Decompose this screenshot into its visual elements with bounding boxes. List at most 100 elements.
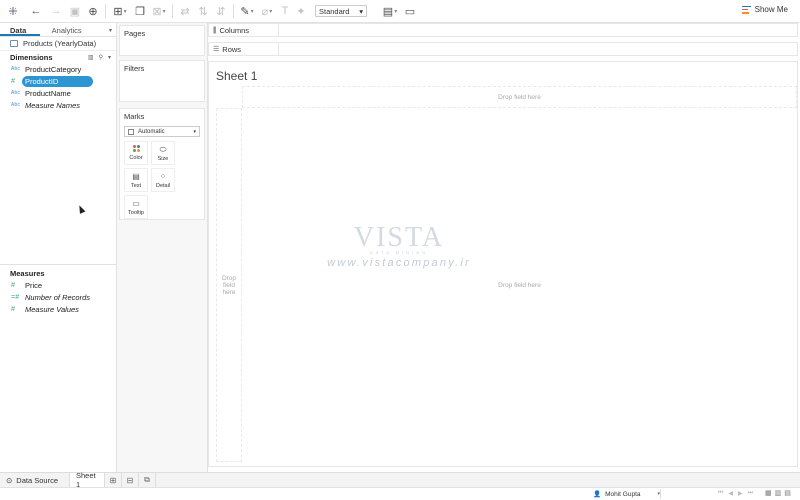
string-type-icon: Abc	[11, 90, 21, 96]
fix-axes-icon[interactable]: ✦	[293, 0, 309, 23]
first-sheet-icon[interactable]: ⏮	[718, 490, 723, 497]
field-label: Number of Records	[25, 292, 91, 302]
status-bar: 👤 Mohit Gupta ▾ ⏮ ◀ ▶ ⏭ ▦ ▥ ▤	[0, 487, 800, 500]
mark-type-value: Automatic	[138, 128, 165, 135]
pane-tabs: Data Analytics ▾	[0, 23, 116, 37]
fit-select-value: Standard	[319, 6, 350, 16]
user-menu[interactable]: 👤 Mohit Gupta ▾	[593, 489, 661, 499]
new-datasource-icon[interactable]: ⊕	[84, 0, 102, 23]
highlight-icon[interactable]: ✎ ▾	[237, 0, 257, 23]
drop-zone-rows-label: Drop field here	[221, 274, 237, 296]
tab-analytics[interactable]: Analytics	[40, 23, 109, 36]
pages-title: Pages	[124, 29, 146, 38]
size-button[interactable]: ⬭ Size	[151, 141, 175, 165]
duplicate-sheet-icon[interactable]: ❐	[131, 0, 149, 23]
group-icon[interactable]: ⌀ ▾	[257, 0, 277, 23]
columns-label: Columns	[219, 25, 250, 35]
field-measure-values[interactable]: # Measure Values	[0, 303, 116, 315]
chevron-down-icon[interactable]: ▾	[108, 54, 111, 61]
toolbar: ← → ▣ ⊕ ⊞ ▾ ❐ ⊠ ▾ ⇄ ⇅ ⇵ ✎ ▾ ⌀ ▾ T ✦ Standard…	[0, 0, 800, 23]
sort-ascending-icon[interactable]: ⇅	[194, 0, 212, 23]
drop-zone-columns[interactable]: Drop field here	[242, 86, 797, 108]
rows-shelf[interactable]: ☰ Rows	[208, 42, 798, 56]
swap-rows-columns-icon[interactable]: ⇄	[176, 0, 194, 23]
datasource-label: Products (YearlyData)	[23, 39, 97, 48]
sheet-title[interactable]: Sheet 1	[216, 69, 257, 83]
new-story-icon[interactable]: ⧉	[139, 472, 156, 488]
filters-card[interactable]: Filters	[119, 60, 205, 102]
save-icon[interactable]: ▣	[66, 0, 84, 23]
sheet-navigation: ⏮ ◀ ▶ ⏭	[718, 490, 753, 497]
drop-zone-rows[interactable]: Drop field here	[216, 108, 242, 462]
search-icon[interactable]: ⚲	[99, 54, 103, 61]
presentation-mode-icon[interactable]: ▭	[401, 0, 419, 23]
show-cards-icon[interactable]: ▤ ▾	[379, 0, 401, 23]
prev-sheet-icon[interactable]: ◀	[728, 490, 733, 497]
redo-icon[interactable]: →	[46, 0, 66, 23]
sorter-icon[interactable]: ▤	[784, 489, 791, 497]
columns-shelf[interactable]: ||| Columns	[208, 23, 798, 37]
tableau-logo-icon[interactable]	[0, 0, 26, 23]
sort-descending-icon[interactable]: ⇵	[212, 0, 230, 23]
drop-zone-main[interactable]: Drop field here	[242, 108, 797, 462]
cards-pane: Pages Filters Marks Automatic ▾ Color ⬭ …	[117, 23, 208, 472]
data-source-label: Data Source	[16, 475, 58, 485]
new-worksheet-icon[interactable]: ⊞ ▾	[109, 0, 131, 23]
sheet-tabs: ⊙ Data Source Sheet 1 ⊞ ⊟ ⧉	[0, 471, 800, 489]
automatic-mark-icon	[128, 128, 134, 135]
field-price[interactable]: # Price	[0, 279, 116, 291]
pages-card[interactable]: Pages	[119, 25, 205, 56]
last-sheet-icon[interactable]: ⏭	[748, 490, 753, 497]
fit-select[interactable]: Standard ▾	[315, 5, 367, 17]
user-name: Mohit Gupta	[605, 490, 641, 498]
marks-title: Marks	[124, 112, 145, 121]
field-label: Measure Values	[25, 304, 79, 314]
field-productid[interactable]: # ProductID	[0, 75, 116, 87]
tooltip-icon: ▭	[132, 198, 140, 208]
data-source-tab[interactable]: ⊙ Data Source	[0, 472, 70, 488]
tooltip-button[interactable]: ▭ Tooltip	[124, 195, 148, 219]
view-data-icon[interactable]: ▥	[88, 54, 94, 61]
watermark-subtitle: DATA MINING	[369, 250, 429, 255]
show-me-label: Show Me	[754, 5, 788, 14]
datasource-item[interactable]: Products (YearlyData)	[0, 37, 116, 51]
size-label: Size	[157, 155, 169, 162]
text-button[interactable]: ▤ Text	[124, 168, 148, 192]
field-productname[interactable]: Abc ProductName	[0, 87, 116, 99]
color-button[interactable]: Color	[124, 141, 148, 165]
dimensions-header: Dimensions ▥ ⚲ ▾	[0, 51, 116, 63]
number-type-icon: #	[11, 281, 16, 289]
new-worksheet-icon[interactable]: ⊞	[105, 472, 122, 488]
watermark: VISTA DATA MINING www.vistacompany.ir	[319, 222, 479, 269]
field-label: ProductCategory	[25, 64, 82, 74]
color-icon	[132, 145, 140, 152]
rows-icon: ☰	[213, 46, 219, 53]
tab-data[interactable]: Data	[0, 23, 40, 36]
marks-card: Marks Automatic ▾ Color ⬭ Size ▤ Text ⁘ …	[119, 108, 205, 220]
field-measure-names[interactable]: Abc Measure Names	[0, 99, 116, 111]
labels-icon[interactable]: T	[277, 0, 293, 23]
field-number-of-records[interactable]: =# Number of Records	[0, 291, 116, 303]
mark-type-select[interactable]: Automatic ▾	[124, 126, 200, 137]
sheet-tab[interactable]: Sheet 1	[70, 471, 105, 489]
data-pane: Data Analytics ▾ Products (YearlyData) D…	[0, 23, 117, 472]
new-dashboard-icon[interactable]: ⊟	[122, 472, 139, 488]
text-label: Text	[130, 182, 142, 189]
measures-section: Measures # Price =# Number of Records # …	[0, 264, 116, 315]
tabs-view-icon[interactable]: ▦	[765, 489, 772, 497]
field-productcategory[interactable]: Abc ProductCategory	[0, 63, 116, 75]
show-me-icon	[741, 5, 751, 14]
undo-icon[interactable]: ←	[26, 0, 46, 23]
next-sheet-icon[interactable]: ▶	[738, 490, 743, 497]
clear-sheet-icon[interactable]: ⊠ ▾	[149, 0, 169, 23]
tooltip-label: Tooltip	[128, 209, 144, 216]
columns-icon: |||	[213, 26, 217, 34]
rows-label: Rows	[222, 44, 242, 54]
field-label: Measure Names	[25, 100, 81, 110]
show-me-button[interactable]: Show Me	[741, 5, 788, 14]
detail-button[interactable]: ⁘ Detail	[151, 168, 175, 192]
chevron-down-icon: ▾	[657, 491, 660, 497]
mouse-cursor-icon	[76, 204, 86, 214]
chevron-down-icon[interactable]: ▾	[109, 23, 116, 36]
filmstrip-icon[interactable]: ▥	[775, 489, 782, 497]
